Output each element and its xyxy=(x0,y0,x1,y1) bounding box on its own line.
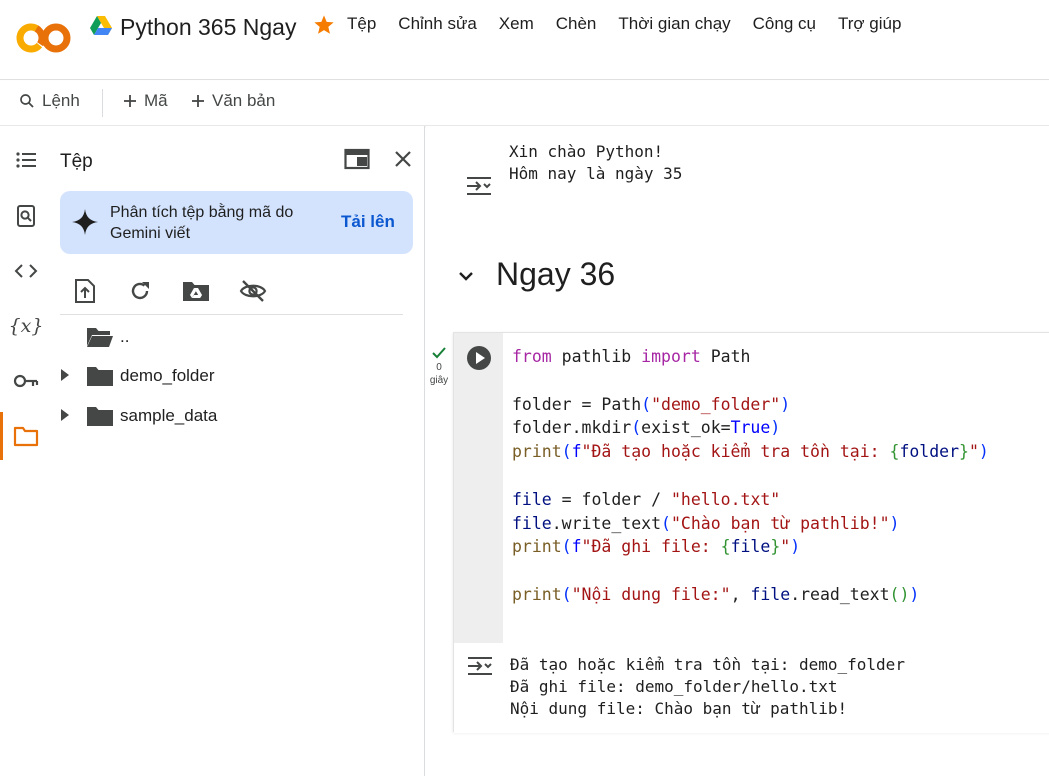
upload-file-button[interactable] xyxy=(70,276,100,306)
folder-icon xyxy=(87,367,113,386)
toggle-hidden-files-button[interactable] xyxy=(238,276,268,306)
close-panel-button[interactable] xyxy=(388,144,418,174)
tree-label: .. xyxy=(120,327,130,346)
upload-link[interactable]: Tải lên xyxy=(341,212,395,232)
active-indicator xyxy=(0,412,3,460)
expand-arrow-icon[interactable] xyxy=(58,367,72,383)
tree-row-parent[interactable]: .. xyxy=(50,318,425,354)
menu-runtime[interactable]: Thời gian chạy xyxy=(618,14,730,34)
success-check-icon xyxy=(432,347,446,359)
add-code-button[interactable]: Mã xyxy=(122,91,168,111)
commands-label: Lệnh xyxy=(42,91,80,110)
secrets-key-icon[interactable] xyxy=(12,367,40,395)
tree-row-sample-data[interactable]: sample_data xyxy=(50,397,425,433)
run-cell-button[interactable] xyxy=(466,345,492,371)
commands-button[interactable]: Lệnh xyxy=(18,91,80,111)
google-drive-icon xyxy=(90,16,112,35)
notebook-toolbar: Lệnh Mã Văn bản xyxy=(0,81,1049,126)
add-text-label: Văn bản xyxy=(212,91,276,110)
add-text-button[interactable]: Văn bản xyxy=(190,91,275,111)
eye-off-icon xyxy=(239,280,267,302)
execution-unit: giây xyxy=(429,375,449,386)
toc-icon[interactable] xyxy=(12,146,40,174)
previous-cell-output: Xin chào Python! Hôm nay là ngày 35 xyxy=(509,142,683,183)
output-actions-icon[interactable] xyxy=(466,175,492,197)
expand-arrow-icon[interactable] xyxy=(58,407,72,423)
tree-label: demo_folder xyxy=(120,366,215,385)
section-heading: Ngay 36 xyxy=(496,256,616,292)
menu-edit[interactable]: Chỉnh sửa xyxy=(398,14,476,34)
plus-icon xyxy=(192,95,204,107)
cell-output: Đã tạo hoặc kiểm tra tồn tại: demo_folde… xyxy=(454,643,1049,733)
menu-tools[interactable]: Công cụ xyxy=(753,14,816,34)
open-in-tab-icon xyxy=(344,148,370,170)
app-header: Python 365 Ngay Tệp Chỉnh sửa Xem Chèn T… xyxy=(0,0,1049,80)
colab-logo[interactable] xyxy=(16,20,72,56)
gemini-analyze-banner[interactable]: Phân tích tệp bằng mã do Gemini viết Tải… xyxy=(60,191,413,254)
code-editor[interactable]: from pathlib import Path folder = Path("… xyxy=(512,345,989,607)
close-icon xyxy=(395,151,411,167)
add-code-label: Mã xyxy=(144,91,168,110)
tree-label: sample_data xyxy=(120,406,218,425)
folder-open-icon xyxy=(87,328,113,347)
notebook-area: Xin chào Python! Hôm nay là ngày 35 Ngay… xyxy=(426,126,1049,776)
search-icon xyxy=(20,94,34,108)
variables-glyph: {x} xyxy=(8,315,44,337)
open-in-tab-button[interactable] xyxy=(342,144,372,174)
menu-bar: Tệp Chỉnh sửa Xem Chèn Thời gian chạy Cô… xyxy=(347,14,923,34)
gemini-sparkle-icon xyxy=(72,209,98,235)
star-icon[interactable] xyxy=(313,14,335,36)
files-panel: Tệp Phân tích tệp bằng mã do Gemini viết… xyxy=(50,126,425,776)
toolbar-divider xyxy=(102,89,103,117)
left-rail: {x} xyxy=(0,126,50,776)
variables-icon[interactable]: {x} xyxy=(9,312,44,340)
panel-title: Tệp xyxy=(60,151,93,172)
drive-folder-icon xyxy=(183,282,209,301)
plus-icon xyxy=(124,95,136,107)
folder-icon xyxy=(87,407,113,426)
upload-file-icon xyxy=(75,279,95,303)
panel-divider xyxy=(60,314,403,315)
mount-drive-button[interactable] xyxy=(181,276,211,306)
execution-time: 0 giây xyxy=(427,361,451,387)
code-snippets-icon[interactable] xyxy=(12,257,40,285)
menu-help[interactable]: Trợ giúp xyxy=(838,14,901,34)
refresh-icon xyxy=(131,282,149,300)
collapse-section-icon[interactable] xyxy=(456,266,476,286)
notebook-title[interactable]: Python 365 Ngay xyxy=(120,14,296,41)
code-cell[interactable]: 0 giây from pathlib import Path folder =… xyxy=(430,332,1049,733)
menu-view[interactable]: Xem xyxy=(499,14,534,34)
folder-icon[interactable] xyxy=(12,422,40,450)
find-icon[interactable] xyxy=(12,202,40,230)
execution-seconds: 0 xyxy=(436,362,442,373)
cell-output-text: Đã tạo hoặc kiểm tra tồn tại: demo_folde… xyxy=(510,655,905,718)
tree-row-demo-folder[interactable]: demo_folder xyxy=(50,357,425,393)
gemini-prompt-text: Phân tích tệp bằng mã do Gemini viết xyxy=(110,204,294,242)
output-actions-icon[interactable] xyxy=(467,655,493,677)
refresh-button[interactable] xyxy=(125,276,155,306)
menu-insert[interactable]: Chèn xyxy=(556,14,597,34)
cell-gutter xyxy=(454,333,503,643)
menu-file[interactable]: Tệp xyxy=(347,14,376,34)
